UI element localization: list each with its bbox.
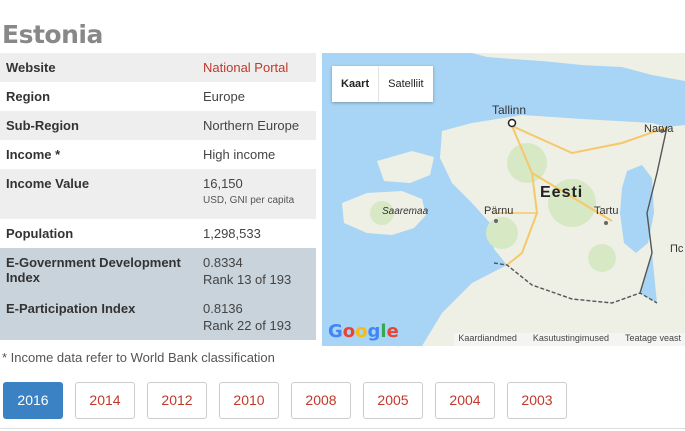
- row-value: 1,298,533: [197, 219, 316, 248]
- city-label-narva: Narva: [644, 123, 674, 135]
- row-label: Population: [0, 219, 197, 248]
- year-tab-2003[interactable]: 2003: [507, 382, 567, 419]
- map-type-control: Kaart Satelliit: [332, 66, 433, 102]
- row-value: Northern Europe: [197, 111, 316, 140]
- google-logo: Google: [328, 321, 399, 342]
- divider: [0, 428, 685, 429]
- map-type-map-button[interactable]: Kaart: [332, 66, 380, 102]
- tallinn-marker: [507, 118, 517, 128]
- row-value: High income: [197, 140, 316, 169]
- page-title: Estonia: [2, 20, 103, 49]
- city-label-parnu: Pärnu: [484, 205, 514, 217]
- table-row: E-Government Development Index 0.8334 Ra…: [0, 248, 316, 294]
- city-label-pskov: Пс: [670, 243, 684, 255]
- row-value: 0.8334: [203, 255, 243, 270]
- report-error-link[interactable]: Teatage veast: [625, 333, 681, 346]
- row-label: Income Value: [0, 169, 197, 219]
- map-data-link[interactable]: Kaardiandmed: [458, 333, 517, 346]
- map-attribution: Kaardiandmed Kasutustingimused Teatage v…: [454, 333, 685, 346]
- hiiumaa-island: [377, 151, 434, 183]
- map-type-satellite-button[interactable]: Satelliit: [379, 66, 432, 102]
- income-footnote: * Income data refer to World Bank classi…: [2, 350, 275, 365]
- country-label-estonia: Eesti: [540, 184, 584, 201]
- row-label: E-Participation Index: [0, 294, 197, 340]
- country-info-table: Website National Portal Region Europe Su…: [0, 53, 316, 340]
- table-row: Sub-Region Northern Europe: [0, 111, 316, 140]
- table-row: Region Europe: [0, 82, 316, 111]
- city-label-tartu: Tartu: [594, 205, 619, 217]
- year-tab-2008[interactable]: 2008: [291, 382, 351, 419]
- income-unit: USD, GNI per capita: [203, 195, 295, 206]
- city-label-tallinn: Tallinn: [492, 103, 527, 117]
- table-row: Website National Portal: [0, 53, 316, 82]
- row-label: Region: [0, 82, 197, 111]
- year-tabs: 2016 2014 2012 2010 2008 2005 2004 2003: [3, 382, 567, 419]
- finland-land: [472, 53, 685, 81]
- map-embed[interactable]: Kaart Satelliit Tallinn Narva Pärnu Tart…: [322, 53, 685, 346]
- row-label: Sub-Region: [0, 111, 197, 140]
- row-label: E-Government Development Index: [0, 248, 197, 294]
- year-tab-2010[interactable]: 2010: [219, 382, 279, 419]
- rank-text: Rank 13 of 193: [203, 272, 292, 287]
- year-tab-2004[interactable]: 2004: [435, 382, 495, 419]
- table-row: Population 1,298,533: [0, 219, 316, 248]
- terms-of-use-link[interactable]: Kasutustingimused: [533, 333, 609, 346]
- table-row: E-Participation Index 0.8136 Rank 22 of …: [0, 294, 316, 340]
- rank-text: Rank 22 of 193: [203, 318, 292, 333]
- table-row: Income * High income: [0, 140, 316, 169]
- row-label: Income *: [0, 140, 197, 169]
- year-tab-2016[interactable]: 2016: [3, 382, 63, 419]
- row-label: Website: [0, 53, 197, 82]
- national-portal-link[interactable]: National Portal: [203, 60, 288, 75]
- year-tab-2005[interactable]: 2005: [363, 382, 423, 419]
- row-value: Europe: [197, 82, 316, 111]
- row-value: 16,150: [203, 176, 243, 191]
- year-tab-2014[interactable]: 2014: [75, 382, 135, 419]
- table-row: Income Value 16,150 USD, GNI per capita: [0, 169, 316, 219]
- island-label-saaremaa: Saaremaa: [382, 206, 429, 217]
- year-tab-2012[interactable]: 2012: [147, 382, 207, 419]
- row-value: 0.8136: [203, 301, 243, 316]
